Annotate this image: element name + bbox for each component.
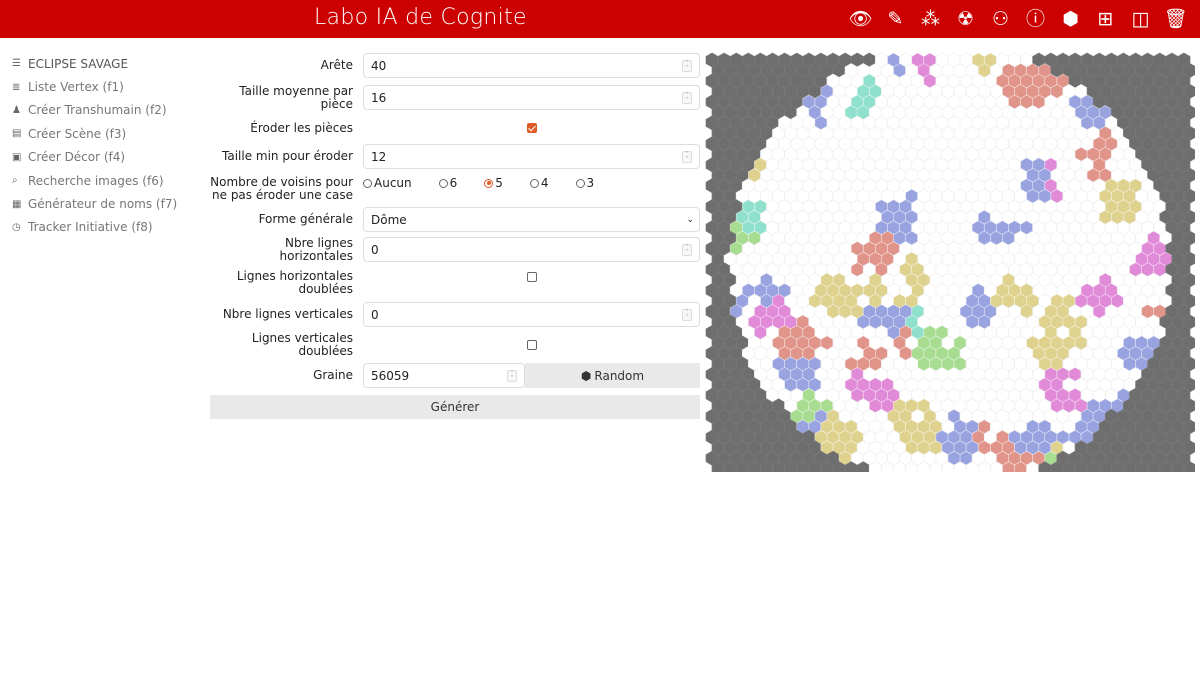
info-icon[interactable]: ⓘ: [1023, 7, 1048, 31]
taille-label: Taille moyenne par pièce: [239, 83, 353, 111]
sidebar-item-2[interactable]: ♟ Créer Transhumain (f2): [12, 99, 202, 122]
eroder-checkbox[interactable]: [526, 123, 537, 133]
bars-icon: ☰: [12, 58, 21, 70]
radiation-icon[interactable]: ☢: [953, 7, 978, 31]
nb-v-label: Nbre lignes verticales: [222, 307, 353, 321]
film-icon: ▤: [12, 128, 22, 140]
people-hierarchy-icon[interactable]: ⚇: [988, 7, 1013, 31]
nb-h-label: Nbre lignes horizontales: [279, 235, 354, 263]
generator-form: Arête 40 ˄ ˅ Taille moyenne par pièce 16 ˄ ˅…: [210, 53, 700, 419]
sidebar-item-3[interactable]: ▤ Créer Scène (f3): [12, 122, 202, 145]
sidebar-item-1[interactable]: ≣ Liste Vertex (f1): [12, 75, 202, 98]
stopwatch-icon: ◷: [12, 221, 21, 233]
taille-input[interactable]: 16 ˄ ˅: [363, 85, 700, 110]
forme-select[interactable]: Dôme ⌄: [363, 207, 700, 232]
sidebar-item-6[interactable]: ▦ Générateur de noms (f7): [12, 192, 202, 215]
voisins-radio-4[interactable]: 4: [529, 176, 549, 190]
image-icon: ▣: [12, 151, 22, 163]
nb-v-input[interactable]: 0 ˄ ˅: [363, 302, 700, 327]
voisins-radio-5[interactable]: 5: [484, 176, 503, 190]
sidebar-item-4[interactable]: ▣ Créer Décor (f4): [12, 146, 202, 169]
taille-min-input[interactable]: 12 ˄ ˅: [363, 144, 700, 169]
sidebar-item-7[interactable]: ◷ Tracker Initiative (f8): [12, 216, 202, 239]
toolbar: 👁 ✎ ⁂ ☢ ⚇ ⓘ ⬢ ⊞ ◫ 🗑: [848, 7, 1188, 31]
graine-input[interactable]: 56059 ˄ ˅: [363, 363, 525, 388]
eye-icon[interactable]: 👁: [848, 7, 873, 31]
app-title: Labo IA de Cognite: [314, 5, 527, 30]
random-button[interactable]: ⬢ Random: [525, 363, 700, 388]
taille-min-label: Taille min pour éroder: [222, 149, 353, 163]
trash-icon[interactable]: 🗑: [1163, 7, 1188, 31]
v-double-checkbox[interactable]: [526, 340, 537, 350]
generate-button[interactable]: Générer: [210, 395, 700, 419]
cube-rotate-icon[interactable]: ⬢: [1058, 7, 1083, 31]
voisins-radio-group: Aucun 6 5 4 3: [363, 176, 700, 190]
arete-input[interactable]: 40 ˄ ˅: [363, 53, 700, 78]
hex-map[interactable]: [705, 52, 1195, 472]
tree-add-icon[interactable]: ⊞: [1093, 7, 1118, 31]
graine-label: Graine: [313, 368, 353, 382]
sidebar: ☰ ECLIPSE SAVAGE ≣ Liste Vertex (f1) ♟ Créer …: [12, 52, 202, 239]
id-card-icon: ▦: [12, 198, 22, 210]
list-icon: ≣: [12, 81, 21, 93]
arete-label: Arête: [320, 58, 353, 72]
chevron-down-icon: ⌄: [686, 214, 694, 225]
search-icon: ⌕: [12, 175, 18, 187]
voisins-radio-3[interactable]: 3: [575, 176, 594, 190]
network-icon[interactable]: ⁂: [918, 7, 943, 31]
voisins-radio-Aucun[interactable]: Aucun: [363, 176, 412, 190]
nb-h-input[interactable]: 0 ˄ ˅: [363, 237, 700, 262]
v-double-label: Lignes verticales doublées: [251, 331, 353, 358]
split-icon[interactable]: ◫: [1128, 7, 1153, 31]
h-double-label: Lignes horizontales doublées: [236, 269, 353, 296]
forme-label: Forme générale: [258, 212, 353, 226]
eroder-label: Éroder les pièces: [250, 120, 353, 135]
sidebar-item-0[interactable]: ☰ ECLIPSE SAVAGE: [12, 52, 202, 75]
top-bar: Labo IA de Cognite 👁 ✎ ⁂ ☢ ⚇ ⓘ ⬢ ⊞ ◫ 🗑: [0, 0, 1200, 38]
voisins-label: Nombre de voisins pour ne pas éroder une…: [210, 175, 353, 202]
dice-icon: ⬢: [580, 368, 592, 383]
voisins-radio-6[interactable]: 6: [438, 176, 457, 190]
edit-icon[interactable]: ✎: [883, 7, 908, 31]
sidebar-item-5[interactable]: ⌕ Recherche images (f6): [12, 169, 202, 192]
h-double-checkbox[interactable]: [526, 272, 537, 282]
user-plus-icon: ♟: [12, 104, 21, 116]
arete-row: Arête 40 ˄ ˅: [210, 53, 700, 78]
